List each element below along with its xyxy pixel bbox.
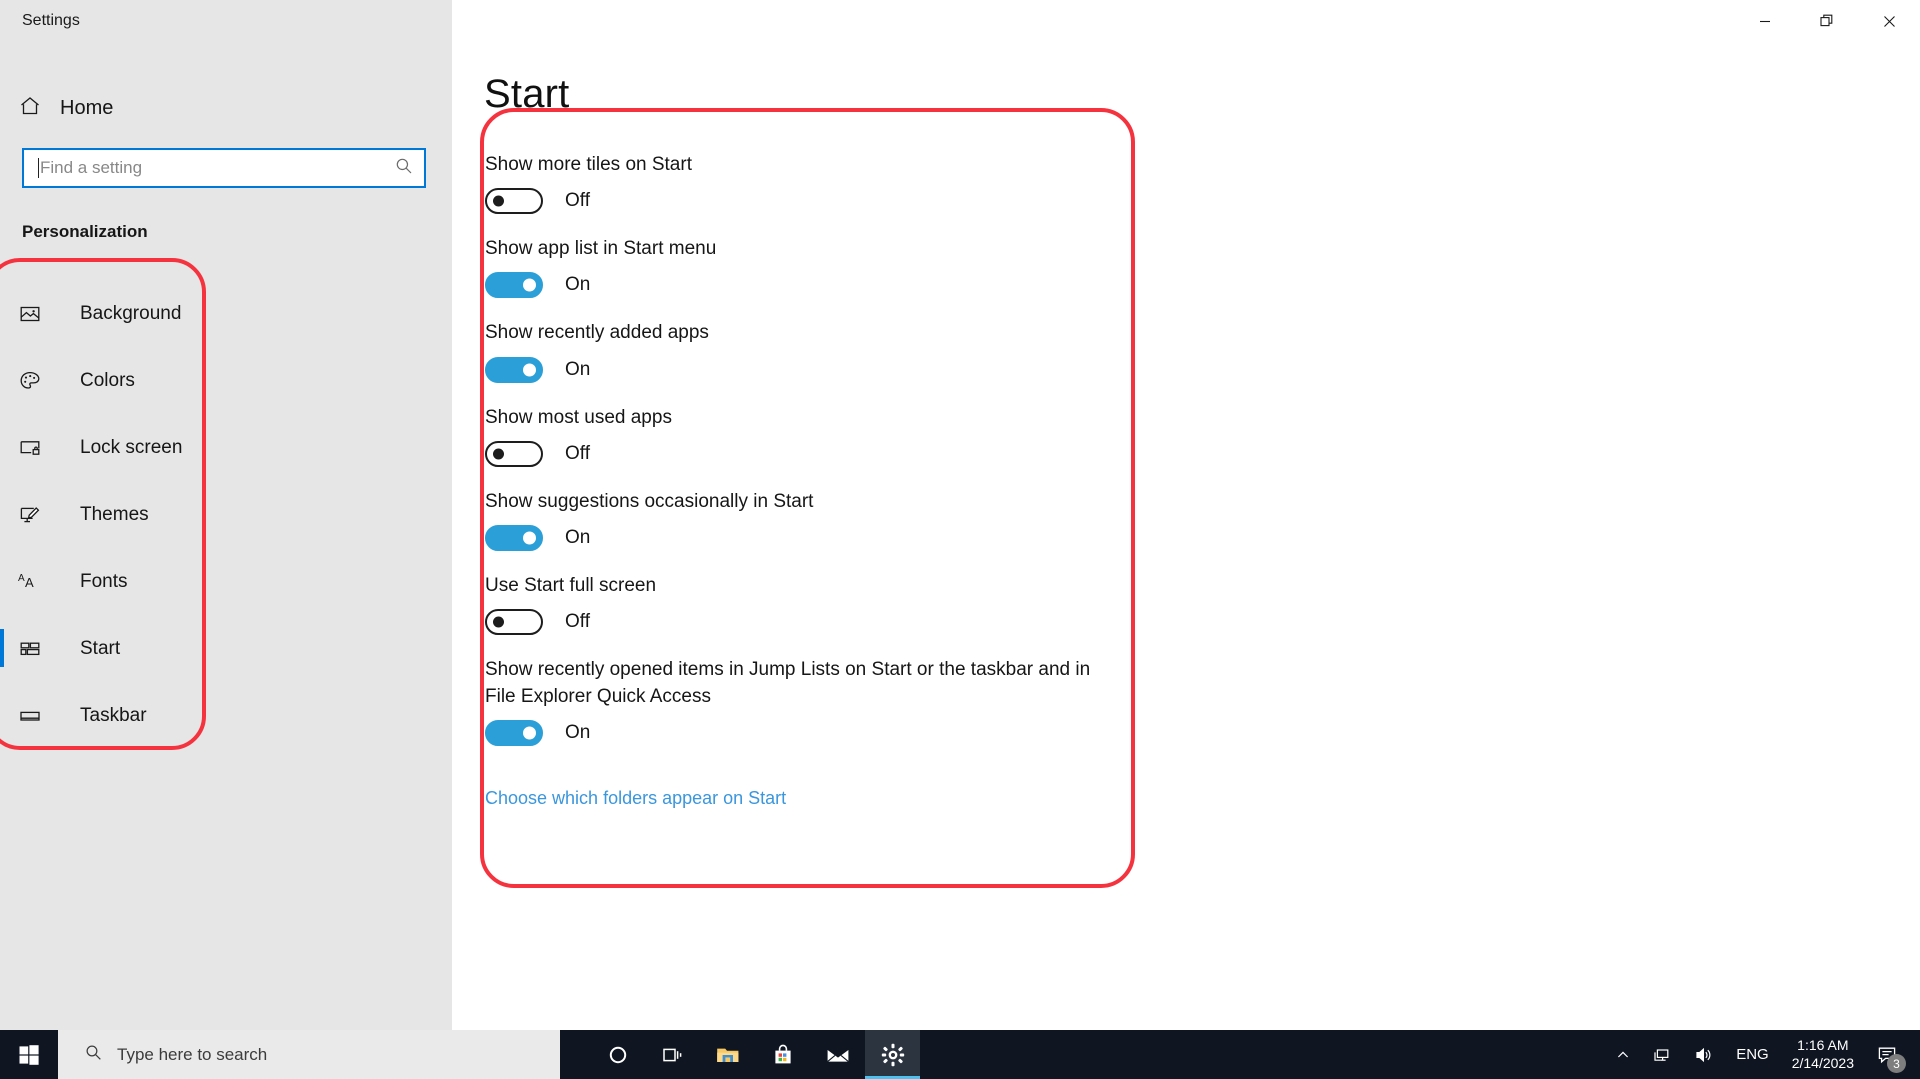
volume-icon[interactable] — [1683, 1030, 1725, 1079]
setting-label: Show most used apps — [485, 406, 672, 428]
setting-label: Show suggestions occasionally in Start — [485, 490, 814, 512]
sidebar-item-lock-screen[interactable]: Lock screen — [0, 414, 452, 481]
setting-show-most-used: Show most used apps Off — [485, 405, 1165, 467]
setting-show-suggestions: Show suggestions occasionally in Start O… — [485, 489, 1165, 552]
sidebar-item-fonts[interactable]: A A Fonts — [0, 548, 452, 615]
taskbar-app-icons — [590, 1030, 920, 1079]
close-button[interactable] — [1858, 0, 1920, 42]
home-icon — [18, 94, 42, 123]
sidebar-section-personalization: Personalization — [22, 222, 148, 241]
minimize-button[interactable] — [1734, 0, 1796, 42]
start-settings-list: Show more tiles on Start Off Show app li… — [485, 152, 1165, 809]
sidebar-label-themes: Themes — [80, 503, 149, 525]
windows-logo-icon[interactable] — [0, 1030, 58, 1079]
toggle-show-recently-added[interactable] — [485, 356, 543, 383]
system-tray: ENG 1:16 AM 2/14/2023 3 — [1605, 1030, 1920, 1079]
fonts-icon: A A — [18, 570, 52, 594]
task-view-icon[interactable] — [645, 1030, 700, 1079]
start-tiles-icon — [18, 637, 52, 661]
mail-icon[interactable] — [810, 1030, 865, 1079]
setting-label: Use Start full screen — [485, 575, 657, 597]
sidebar-item-home[interactable]: Home — [18, 88, 218, 128]
taskbar-icon — [18, 704, 52, 728]
svg-text:A: A — [25, 575, 34, 590]
toggle-state-label: On — [565, 274, 591, 296]
clock-date: 2/14/2023 — [1791, 1054, 1854, 1071]
setting-show-app-list: Show app list in Start menu On — [485, 236, 1165, 299]
toggle-use-full-screen[interactable] — [485, 609, 543, 636]
choose-folders-link[interactable]: Choose which folders appear on Start — [485, 788, 786, 809]
search-setting-box[interactable] — [22, 148, 426, 188]
sidebar: Settings Home Personalization — [0, 0, 452, 1030]
sidebar-item-start[interactable]: Start — [0, 615, 452, 682]
file-explorer-icon[interactable] — [700, 1030, 755, 1079]
search-input[interactable] — [40, 158, 388, 178]
setting-jump-lists: Show recently opened items in Jump Lists… — [485, 657, 1165, 746]
window-title: Settings — [22, 12, 80, 29]
sidebar-label-fonts: Fonts — [80, 570, 128, 592]
setting-label: Show more tiles on Start — [485, 154, 692, 175]
clock[interactable]: 1:16 AM 2/14/2023 — [1780, 1030, 1866, 1079]
sidebar-label-taskbar: Taskbar — [80, 704, 147, 726]
taskbar-search-placeholder: Type here to search — [117, 1044, 268, 1064]
toggle-show-suggestions[interactable] — [485, 525, 543, 552]
language-indicator[interactable]: ENG — [1725, 1030, 1780, 1079]
lock-screen-icon — [18, 436, 52, 460]
settings-window: Settings Home Personalization — [0, 0, 1920, 1079]
image-icon — [18, 302, 52, 326]
sidebar-nav-list: Background Colors Lock screen Themes A A… — [0, 280, 452, 749]
toggle-state-label: Off — [565, 190, 590, 212]
text-caret — [38, 158, 39, 178]
microsoft-store-icon[interactable] — [755, 1030, 810, 1079]
toggle-state-label: On — [565, 358, 591, 380]
action-center-icon[interactable]: 3 — [1866, 1030, 1912, 1079]
sidebar-label-start: Start — [80, 637, 121, 659]
setting-label: Show app list in Start menu — [485, 238, 717, 260]
clock-time: 1:16 AM — [1797, 1037, 1849, 1053]
svg-text:A: A — [18, 573, 25, 584]
toggle-show-more-tiles[interactable] — [485, 188, 543, 215]
window-controls — [1734, 0, 1920, 42]
toggle-state-label: On — [565, 721, 591, 743]
notification-badge: 3 — [1887, 1054, 1906, 1073]
toggle-state-label: On — [565, 527, 591, 549]
sidebar-item-colors[interactable]: Colors — [0, 347, 452, 414]
chevron-up-icon[interactable] — [1605, 1030, 1641, 1079]
toggle-state-label: Off — [565, 611, 590, 633]
sidebar-home-label: Home — [60, 96, 114, 119]
toggle-show-app-list[interactable] — [485, 272, 543, 299]
setting-label: Show recently opened items in Jump Lists… — [485, 659, 1091, 707]
toggle-state-label: Off — [565, 442, 590, 464]
setting-show-recently-added: Show recently added apps On — [485, 320, 1165, 383]
settings-gear-icon[interactable] — [865, 1030, 920, 1079]
setting-label: Show recently added apps — [485, 322, 709, 344]
toggle-show-most-used[interactable] — [485, 440, 543, 467]
sidebar-label-lock-screen: Lock screen — [80, 436, 183, 458]
sidebar-item-taskbar[interactable]: Taskbar — [0, 682, 452, 749]
language-label: ENG — [1736, 1046, 1769, 1063]
toggle-jump-lists[interactable] — [485, 719, 543, 746]
setting-use-full-screen: Use Start full screen Off — [485, 573, 1165, 636]
sidebar-item-themes[interactable]: Themes — [0, 481, 452, 548]
search-icon — [84, 1043, 103, 1067]
setting-show-more-tiles: Show more tiles on Start Off — [485, 152, 1165, 215]
brush-icon — [18, 503, 52, 527]
cortana-icon[interactable] — [590, 1030, 645, 1079]
sidebar-label-colors: Colors — [80, 369, 135, 391]
restore-button[interactable] — [1796, 0, 1858, 42]
page-title: Start — [484, 72, 570, 116]
taskbar: Type here to search ENG 1:16 AM 2/14/202… — [0, 1030, 1920, 1079]
sidebar-label-background: Background — [80, 302, 182, 324]
main-content: Start Show more tiles on Start Off Show … — [452, 0, 1920, 1030]
taskbar-search-box[interactable]: Type here to search — [58, 1030, 560, 1079]
search-icon[interactable] — [394, 156, 414, 181]
palette-icon — [18, 369, 52, 393]
network-icon[interactable] — [1641, 1030, 1683, 1079]
sidebar-item-background[interactable]: Background — [0, 280, 452, 347]
